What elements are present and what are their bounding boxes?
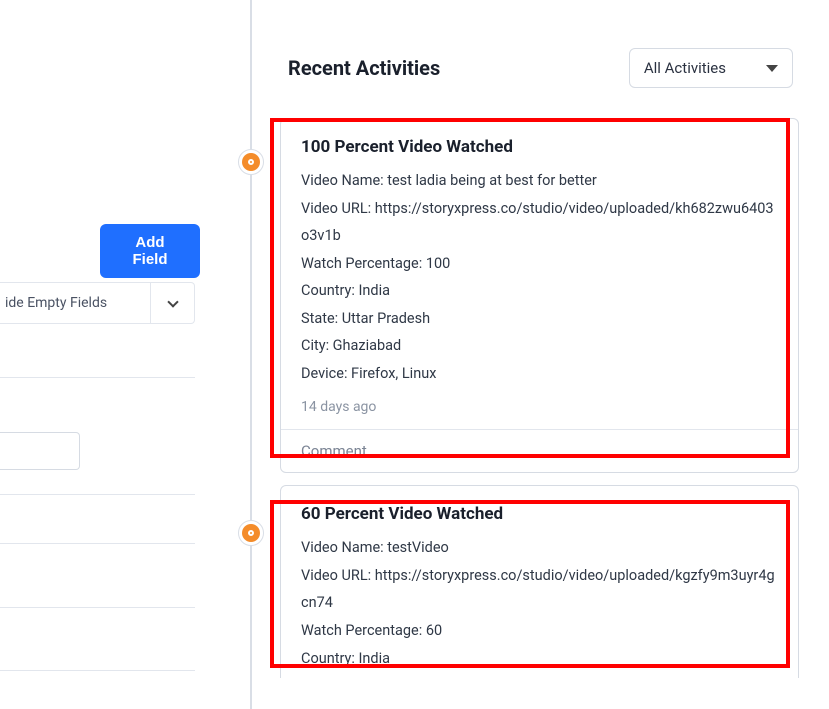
comment-input[interactable]: Comment	[281, 429, 798, 472]
activity-detail-line: Country: India	[301, 645, 778, 673]
activity-feed-scroll[interactable]: 100 Percent Video Watched Video Name: te…	[280, 118, 805, 678]
left-panel-fragment: Add Field ide Empty Fields	[0, 0, 200, 709]
activity-detail-line: Video URL: https://storyxpress.co/studio…	[301, 562, 778, 617]
feed-title: Recent Activities	[288, 56, 440, 80]
activity-filter-select[interactable]: All Activities	[629, 48, 793, 88]
timeline-line	[250, 0, 252, 709]
activity-title: 60 Percent Video Watched	[301, 504, 778, 524]
divider	[0, 670, 195, 671]
activity-feed-panel: Recent Activities All Activities 100 Per…	[250, 0, 829, 709]
activity-detail-line: Video Name: testVideo	[301, 534, 778, 562]
divider	[0, 543, 195, 544]
hide-empty-fields-label: ide Empty Fields	[0, 295, 150, 311]
chevron-down-icon[interactable]	[150, 283, 194, 323]
activity-detail-line: Video URL: https://storyxpress.co/studio…	[301, 195, 778, 250]
activity-card: 60 Percent Video Watched Video Name: tes…	[280, 485, 799, 678]
caret-down-icon	[766, 65, 778, 72]
activity-detail-line: City: Ghaziabad	[301, 332, 778, 360]
timeline-marker-icon	[238, 520, 264, 546]
activity-detail-line: State: Uttar Pradesh	[301, 305, 778, 333]
activity-detail-line: Device: Firefox, Linux	[301, 360, 778, 388]
divider	[0, 494, 195, 495]
feed-header: Recent Activities All Activities	[288, 48, 793, 88]
activity-filter-value: All Activities	[644, 59, 726, 77]
activity-detail-line: Watch Percentage: 60	[301, 617, 778, 645]
add-field-button[interactable]: Add Field	[100, 224, 200, 278]
input-fragment[interactable]	[0, 432, 80, 470]
activity-detail-line: Video Name: test ladia being at best for…	[301, 167, 778, 195]
activity-title: 100 Percent Video Watched	[301, 137, 778, 157]
timeline-marker-icon	[238, 149, 264, 175]
hide-empty-fields-toggle[interactable]: ide Empty Fields	[0, 282, 195, 324]
activity-detail-line: Country: India	[301, 277, 778, 305]
activity-card: 100 Percent Video Watched Video Name: te…	[280, 118, 799, 473]
activity-timestamp: 14 days ago	[301, 399, 778, 415]
divider	[0, 377, 195, 378]
divider	[0, 607, 195, 608]
activity-detail-line: Watch Percentage: 100	[301, 250, 778, 278]
